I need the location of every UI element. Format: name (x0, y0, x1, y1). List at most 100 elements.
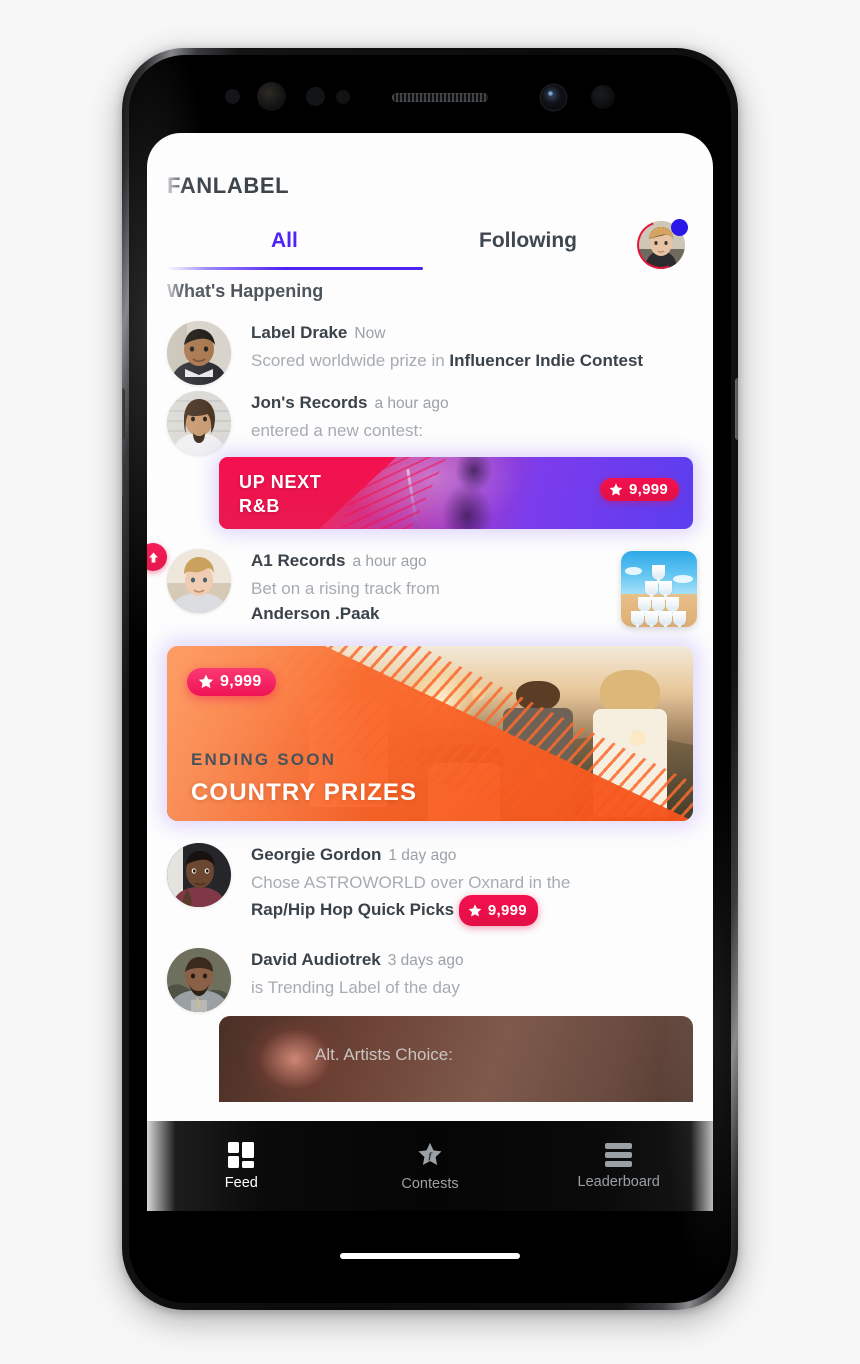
message-highlight[interactable]: Anderson .Paak (251, 604, 380, 623)
feed-scroll-area[interactable]: FANLABEL All Following What's Happening … (147, 133, 713, 1193)
message-text: Chose ASTROWORLD over Oxnard in the (251, 873, 571, 892)
tab-active-underline (167, 267, 423, 270)
album-thumbnail[interactable] (621, 551, 697, 627)
banner-title: COUNTRY PRIZES (191, 779, 418, 806)
feed-item[interactable]: Label Drake Now Scored worldwide prize in… (147, 321, 713, 385)
light-sensor-icon (306, 87, 325, 106)
trending-up-badge (147, 543, 167, 571)
champagne-glass-icon (659, 581, 672, 600)
sensor-dot-icon (591, 85, 615, 109)
earpiece-speaker-icon (392, 93, 488, 102)
feed-item[interactable]: Georgie Gordon 1 day ago Chose ASTROWORLD… (147, 843, 713, 926)
message-highlight[interactable]: Rap/Hip Hop Quick Picks (251, 900, 454, 919)
champagne-glass-icon (666, 597, 679, 616)
promo-banner-country-prizes[interactable]: ENDING SOON COUNTRY PRIZES 9,999 (167, 646, 693, 821)
points-value: 9,999 (487, 902, 527, 919)
avatar[interactable] (167, 321, 231, 385)
feed-item-message: Scored worldwide prize in Influencer Ind… (251, 348, 697, 373)
nav-item-contests[interactable]: f Contests (336, 1141, 525, 1192)
feed-item[interactable]: David Audiotrek 3 days ago is Trending La… (147, 948, 713, 1012)
champagne-glass-icon (631, 611, 644, 627)
star-icon: f (418, 1142, 442, 1165)
iris-scanner-icon (257, 82, 286, 111)
cloud-icon (625, 567, 642, 575)
app-brand-title: FANLABEL (167, 173, 290, 198)
feed-item-message: entered a new contest: (251, 421, 424, 440)
feed-item[interactable]: Jon's Records a hour ago entered a new co… (147, 391, 713, 455)
sensor-cluster (129, 55, 731, 133)
points-badge[interactable]: 9,999 (599, 478, 679, 501)
front-camera-icon (541, 85, 566, 110)
star-icon (609, 482, 623, 495)
user-name[interactable]: David Audiotrek (251, 950, 381, 969)
champagne-glass-icon (673, 611, 686, 627)
nav-item-feed[interactable]: Feed (147, 1141, 336, 1191)
feed-item-body: David Audiotrek 3 days ago is Trending La… (251, 948, 713, 1000)
cloud-icon (673, 575, 693, 583)
message-highlight[interactable]: Influencer Indie Contest (449, 351, 643, 370)
user-name[interactable]: Label Drake (251, 323, 347, 342)
feed-item-body: Jon's Records a hour ago entered a new co… (251, 391, 713, 443)
user-name[interactable]: A1 Records (251, 551, 345, 570)
tab-following[interactable]: Following (479, 229, 577, 253)
avatar-image (167, 948, 231, 1012)
nav-label-leaderboard: Leaderboard (577, 1173, 660, 1190)
avatar-image (167, 843, 231, 907)
contest-card-partial[interactable]: Alt. Artists Choice: (219, 1016, 693, 1102)
tab-bar: All Following (147, 219, 713, 283)
avatar[interactable] (167, 391, 231, 455)
bottom-navigation-bar: Feed f Contests Leaderboard (147, 1121, 713, 1211)
timestamp: a hour ago (374, 395, 449, 412)
points-badge[interactable]: 9,999 (458, 895, 538, 926)
banner-eyebrow: ENDING SOON (191, 750, 337, 769)
avatar[interactable] (167, 948, 231, 1012)
phone-frame: FANLABEL All Following What's Happening … (122, 48, 738, 1310)
champagne-glass-icon (652, 597, 665, 616)
feed-item-header: Jon's Records a hour ago (251, 391, 697, 416)
nav-item-leaderboard[interactable]: Leaderboard (524, 1142, 713, 1190)
avatar-image (167, 391, 231, 455)
points-value: 9,999 (220, 673, 262, 690)
points-badge[interactable]: 9,999 (187, 668, 276, 696)
user-name[interactable]: Georgie Gordon (251, 845, 381, 864)
champagne-glass-icon (645, 581, 658, 600)
nav-label-contests: Contests (401, 1175, 459, 1192)
feed-list: Label Drake Now Scored worldwide prize in… (147, 321, 713, 1102)
led-indicator-icon (336, 90, 350, 104)
champagne-glass-icon (645, 611, 658, 627)
user-name[interactable]: Jon's Records (251, 393, 367, 412)
up-arrow-icon (148, 552, 158, 562)
proximity-sensor-icon (225, 89, 240, 104)
hamburger-icon (605, 1142, 633, 1167)
home-indicator[interactable] (340, 1253, 520, 1259)
power-button[interactable] (735, 378, 738, 440)
champagne-glass-icon (638, 597, 651, 616)
bixby-button[interactable] (122, 462, 125, 496)
avatar-image (167, 321, 231, 385)
notification-badge-dot (671, 219, 688, 236)
volume-button[interactable] (122, 388, 125, 440)
timestamp: Now (354, 325, 386, 342)
contest-card-up-next[interactable]: UP NEXT R&B 9,999 (219, 457, 693, 529)
champagne-glass-icon (659, 611, 672, 627)
avatar[interactable] (167, 549, 231, 613)
star-icon (468, 903, 482, 916)
contest-card-background (219, 1016, 693, 1102)
feed-item-body: Georgie Gordon 1 day ago Chose ASTROWORLD… (251, 843, 713, 926)
bokeh-light (629, 730, 646, 746)
app-screen: FANLABEL All Following What's Happening … (147, 133, 713, 1193)
champagne-glass-icon (652, 565, 665, 584)
feed-item[interactable]: A1 Records a hour ago Bet on a rising tra… (147, 543, 713, 627)
points-value: 9,999 (628, 481, 668, 498)
message-text: Scored worldwide prize in (251, 351, 450, 370)
feed-item-header: Label Drake Now (251, 321, 697, 346)
contest-card-line2: R&B (239, 496, 281, 516)
feed-item-header: David Audiotrek 3 days ago (251, 948, 697, 973)
avatar[interactable] (167, 843, 231, 907)
contest-card-line1: UP NEXT (239, 472, 322, 492)
feed-item-message: is Trending Label of the day (251, 978, 460, 997)
nav-label-feed: Feed (224, 1174, 258, 1191)
timestamp: 3 days ago (387, 952, 464, 969)
tab-all[interactable]: All (271, 229, 298, 253)
timestamp: 1 day ago (388, 847, 457, 864)
